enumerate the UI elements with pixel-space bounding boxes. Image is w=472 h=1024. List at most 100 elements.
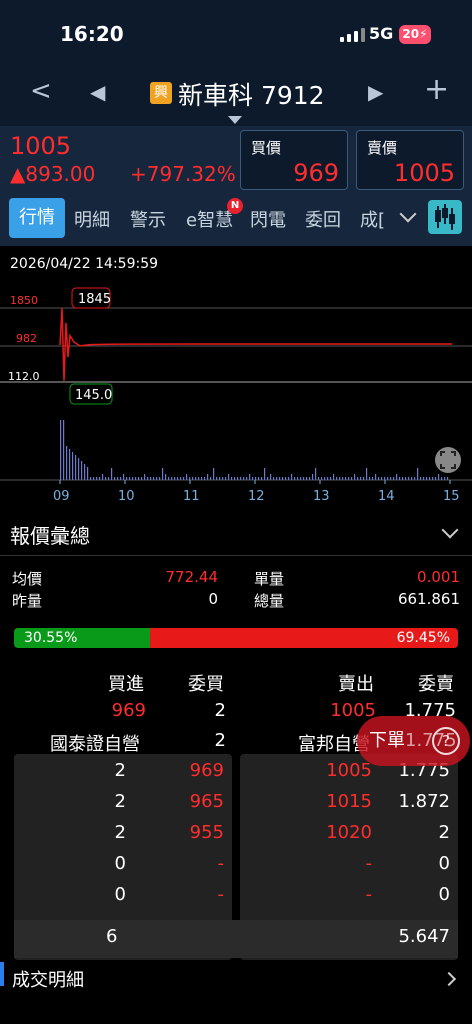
tab-detail[interactable]: 明細 bbox=[74, 206, 110, 232]
volume-bar-4 bbox=[72, 452, 74, 480]
y-label-high: 1850 bbox=[10, 294, 38, 307]
prev-label: 昨量 bbox=[12, 592, 43, 610]
volume-bar-56 bbox=[228, 474, 230, 480]
volume-bar-34 bbox=[162, 468, 164, 480]
volume-bar-5 bbox=[75, 455, 77, 480]
tab-flash[interactable]: 閃電 bbox=[250, 206, 286, 232]
intraday-chart[interactable]: 2026/04/22 14:59:59 1850 982 112.0 1845 … bbox=[0, 246, 472, 514]
ask-row-0-a: 1005 bbox=[326, 760, 372, 781]
bid-total: 6 bbox=[106, 926, 118, 947]
ask-row-1-a: 1015 bbox=[326, 791, 372, 812]
ask-row-1-b: 1.872 bbox=[398, 791, 450, 812]
tab-trade-partial[interactable]: 成[ bbox=[360, 206, 385, 232]
dropdown-triangle-icon[interactable] bbox=[228, 116, 242, 124]
tab-alert[interactable]: 警示 bbox=[130, 206, 166, 232]
ask-label: 賣價 bbox=[367, 139, 398, 157]
volume-bar-78 bbox=[294, 477, 296, 480]
volume-bar-123 bbox=[429, 477, 431, 480]
volume-bar-8 bbox=[84, 464, 86, 480]
volume-bar-38 bbox=[174, 477, 176, 480]
volume-bar-80 bbox=[300, 477, 302, 480]
volume-bar-74 bbox=[282, 477, 284, 480]
volume-bar-122 bbox=[426, 477, 428, 480]
volume-bar-77 bbox=[291, 474, 293, 480]
candlestick-icon[interactable] bbox=[428, 200, 462, 234]
bid-price-box[interactable]: 買價 969 bbox=[240, 130, 348, 190]
back-button[interactable]: < bbox=[30, 76, 52, 106]
volume-bar-3 bbox=[69, 449, 71, 480]
volume-bar-61 bbox=[243, 477, 245, 480]
volume-bar-75 bbox=[285, 477, 287, 480]
best-bid: 969 bbox=[111, 700, 146, 721]
best-ask: 1005 bbox=[330, 700, 376, 721]
add-button[interactable]: + bbox=[424, 72, 449, 107]
volume-bar-85 bbox=[315, 468, 317, 480]
volume-bar-21 bbox=[123, 474, 125, 480]
volume-bar-97 bbox=[351, 477, 353, 480]
volume-bar-24 bbox=[132, 477, 134, 480]
bid-row-3-a: 0 bbox=[114, 853, 126, 874]
place-order-button[interactable]: 下單1.775 ? bbox=[357, 716, 470, 766]
volume-bar-9 bbox=[87, 467, 89, 480]
bid-row-1-b: 965 bbox=[189, 791, 224, 812]
low-callout: 145.0 bbox=[75, 388, 112, 403]
volume-bar-22 bbox=[126, 477, 128, 480]
status-bar: 16:20 5G 20⚡ bbox=[0, 0, 472, 70]
volume-bar-40 bbox=[180, 477, 182, 480]
volume-bar-39 bbox=[177, 477, 179, 480]
volume-bar-76 bbox=[288, 477, 290, 480]
status-time: 16:20 bbox=[60, 22, 124, 46]
volume-bar-28 bbox=[144, 474, 146, 480]
section-accent bbox=[0, 962, 4, 986]
bid-row-4-b: - bbox=[217, 884, 225, 905]
volume-bar-33 bbox=[159, 477, 161, 480]
volume-bar-109 bbox=[387, 477, 389, 480]
volume-bar-103 bbox=[369, 477, 371, 480]
bid-row-2-a: 2 bbox=[114, 822, 126, 843]
volume-bar-121 bbox=[423, 477, 425, 480]
book-total-row: 6 5.647 bbox=[14, 920, 458, 958]
volume-bar-29 bbox=[147, 477, 149, 480]
x-tick-0: 09 bbox=[53, 489, 70, 504]
tab-esmart[interactable]: e智慧 N bbox=[186, 198, 244, 232]
y-label-low: 112.0 bbox=[8, 370, 40, 383]
volume-bar-94 bbox=[342, 477, 344, 480]
volume-bar-113 bbox=[399, 477, 401, 480]
help-icon[interactable]: ? bbox=[432, 727, 460, 755]
volume-bars bbox=[60, 420, 449, 480]
volume-bar-107 bbox=[381, 477, 383, 480]
summary-chevron-icon[interactable] bbox=[441, 521, 459, 539]
volume-bar-44 bbox=[192, 477, 194, 480]
x-tick-1: 10 bbox=[118, 489, 135, 504]
tab-quote[interactable]: 行情 bbox=[9, 198, 65, 238]
volume-bar-14 bbox=[102, 474, 104, 480]
bid-row-1-a: 2 bbox=[114, 791, 126, 812]
volume-bar-69 bbox=[267, 477, 269, 480]
tabs-more-chevron-icon[interactable] bbox=[399, 205, 417, 223]
fullscreen-icon[interactable] bbox=[435, 447, 461, 473]
trade-detail-section[interactable]: 成交明細 bbox=[0, 962, 472, 1024]
sell-ratio: 69.45% bbox=[149, 628, 458, 648]
volume-bar-110 bbox=[390, 477, 392, 480]
prev-stock-button[interactable]: ◀ bbox=[90, 80, 105, 104]
volume-bar-16 bbox=[108, 477, 110, 480]
ask-price-box[interactable]: 賣價 1005 bbox=[356, 130, 464, 190]
next-stock-button[interactable]: ▶ bbox=[368, 80, 383, 104]
volume-bar-118 bbox=[414, 477, 416, 480]
volume-bar-96 bbox=[348, 477, 350, 480]
volume-bar-120 bbox=[420, 477, 422, 480]
volume-bar-106 bbox=[378, 477, 380, 480]
total-label: 總量 bbox=[254, 592, 285, 610]
volume-bar-83 bbox=[309, 477, 311, 480]
ask-total: 5.647 bbox=[398, 926, 450, 947]
stock-title[interactable]: 新車科 7912 bbox=[178, 76, 325, 112]
unit-volume: 0.001 bbox=[417, 568, 460, 586]
tab-order-report[interactable]: 委回 bbox=[305, 206, 341, 232]
volume-bar-117 bbox=[411, 477, 413, 480]
chevron-right-icon[interactable] bbox=[441, 971, 457, 987]
volume-bar-57 bbox=[231, 477, 233, 480]
volume-bar-12 bbox=[96, 477, 98, 480]
summary-header[interactable]: 報價彙總 bbox=[0, 514, 472, 556]
volume-bar-86 bbox=[318, 477, 320, 480]
buy-sell-ratio-bar: 30.55% 69.45% bbox=[14, 628, 458, 648]
